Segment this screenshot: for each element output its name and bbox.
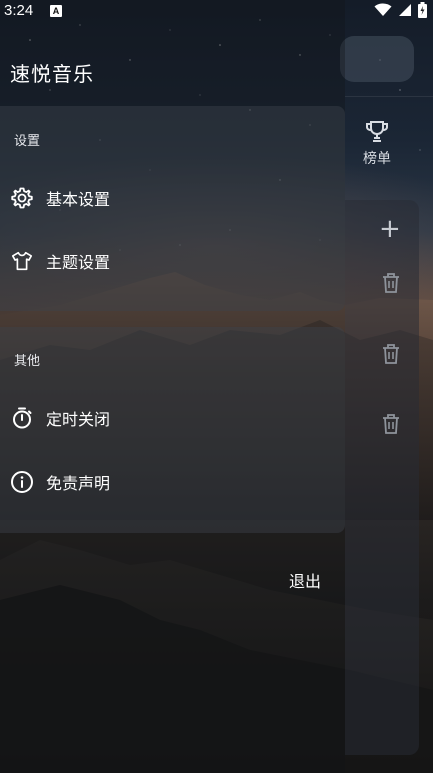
menu-item-label: 免责声明 [46,474,111,493]
menu-item-label: 基本设置 [46,190,111,209]
plus-icon[interactable]: + [379,216,401,242]
playlist-card: + [345,200,419,755]
group-label-other: 其他 [14,354,41,369]
menu-item-sleep-timer[interactable]: 定时关闭 [0,394,345,442]
app-title: 速悦音乐 [10,62,94,86]
status-bar: 3:24 A [0,0,433,22]
menu-item-label: 主题设置 [46,253,111,272]
menu-item-basic-settings[interactable]: 基本设置 [0,174,345,222]
trash-icon[interactable] [381,272,401,294]
trophy-icon [366,121,388,142]
info-icon [10,470,34,494]
trash-icon[interactable] [381,343,401,365]
header-divider [345,96,433,97]
menu-item-disclaimer[interactable]: 免责声明 [0,458,345,506]
tab-charts[interactable]: 榜单 [356,120,398,168]
battery-icon [418,2,427,18]
gear-icon [10,186,34,210]
timer-icon [10,406,34,430]
exit-button[interactable]: 退出 [289,568,321,592]
shirt-icon [10,249,34,273]
navigation-drawer: 速悦音乐 设置 基本设置 主题设置 其他 定时关闭 免责声明 [0,0,345,773]
trash-icon[interactable] [381,413,401,435]
notification-icon: A [50,5,62,17]
search-bar[interactable] [340,36,414,82]
other-group: 其他 定时关闭 免责声明 [0,327,345,533]
group-label-settings: 设置 [14,134,41,149]
signal-icon [399,4,411,16]
menu-item-theme-settings[interactable]: 主题设置 [0,237,345,285]
tab-charts-label: 榜单 [363,151,391,167]
wifi-icon [374,3,392,16]
status-time: 3:24 [4,2,34,19]
settings-group: 设置 基本设置 主题设置 [0,106,345,311]
menu-item-label: 定时关闭 [46,410,111,429]
